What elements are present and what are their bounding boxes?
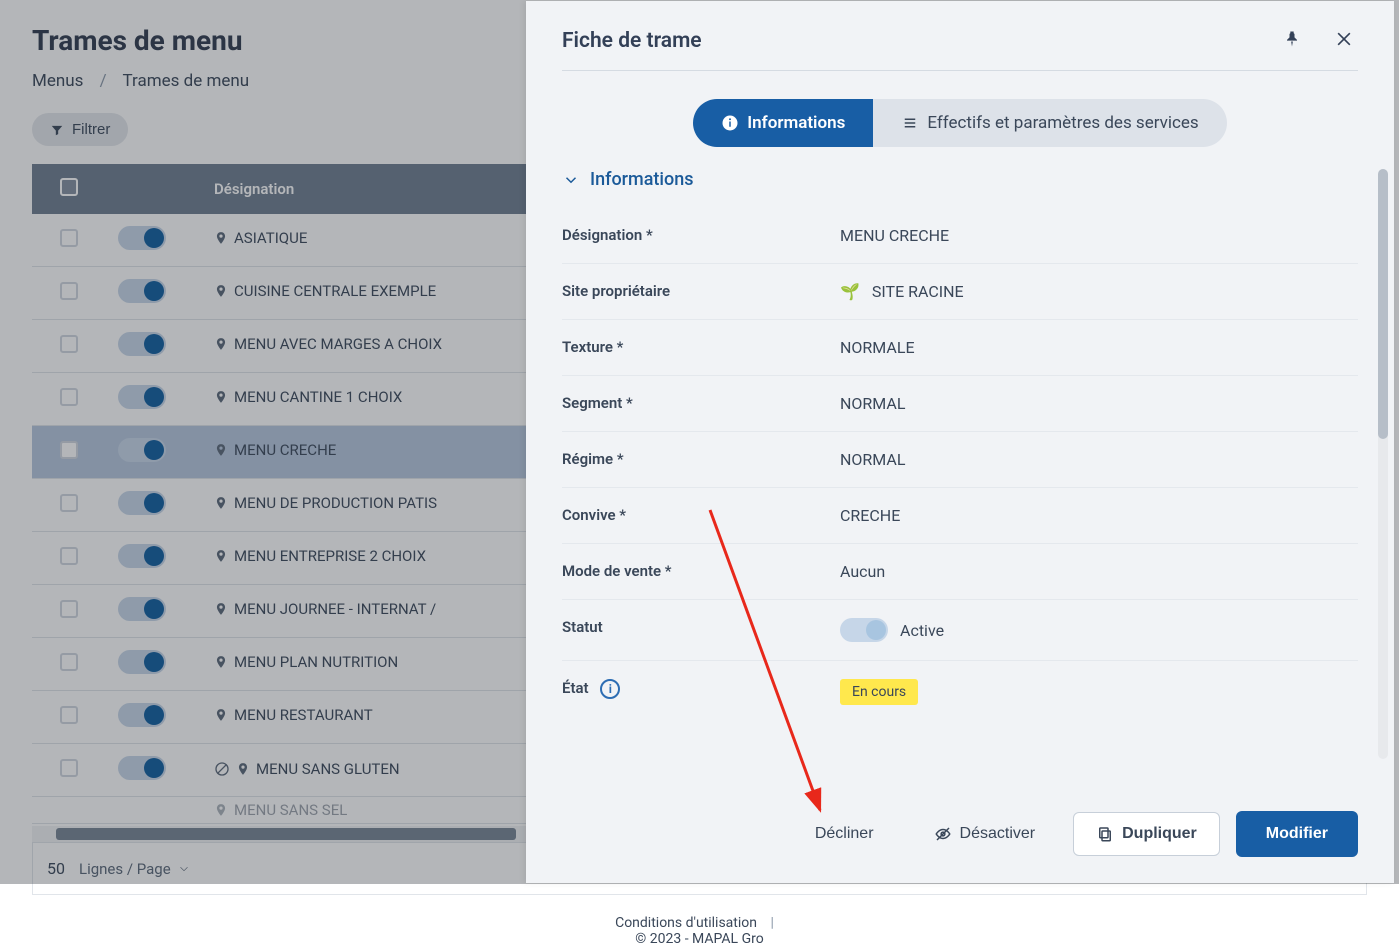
decliner-button[interactable]: Décliner [793,813,896,855]
footer-terms-link[interactable]: Conditions d'utilisation [615,915,757,931]
panel-body: Informations Désignation * MENU CRECHE S… [526,163,1394,791]
field-segment: Segment * NORMAL [562,376,1358,432]
close-button[interactable] [1330,25,1358,56]
field-regime: Régime * NORMAL [562,432,1358,488]
info-icon [721,114,739,132]
pin-icon [1282,29,1302,49]
panel-title: Fiche de trame [562,29,702,53]
tab-effectifs[interactable]: Effectifs et paramètres des services [873,99,1226,147]
footer: Conditions d'utilisation | © 2023 - MAPA… [32,915,1367,947]
modifier-button[interactable]: Modifier [1236,811,1358,857]
field-etat: État i En cours [562,661,1358,723]
desactiver-button[interactable]: Désactiver [912,813,1058,855]
side-panel: Fiche de trame Informations Effectifs et… [526,1,1394,883]
pin-button[interactable] [1278,25,1306,56]
eye-off-icon [934,825,952,843]
section-toggle-informations[interactable]: Informations [562,169,694,190]
dupliquer-button[interactable]: Dupliquer [1073,812,1220,856]
field-texture: Texture * NORMALE [562,320,1358,376]
field-mode-vente: Mode de vente * Aucun [562,544,1358,600]
copy-icon [1096,825,1114,843]
footer-copyright: © 2023 - MAPAL Gro [635,931,763,947]
status-badge: En cours [840,679,918,705]
panel-tabs: Informations Effectifs et paramètres des… [526,71,1394,163]
field-statut: Statut Active [562,600,1358,661]
list-icon [901,114,919,132]
panel-actions: Décliner Désactiver Dupliquer Modifier [526,791,1394,883]
panel-header: Fiche de trame [526,1,1394,70]
field-list: Désignation * MENU CRECHE Site propriéta… [562,208,1358,723]
field-convive: Convive * CRECHE [562,488,1358,544]
seedling-icon: 🌱 [840,282,860,301]
close-icon [1334,29,1354,49]
statut-toggle[interactable] [840,618,888,642]
tab-informations[interactable]: Informations [693,99,873,147]
field-site: Site propriétaire 🌱SITE RACINE [562,264,1358,320]
field-designation: Désignation * MENU CRECHE [562,208,1358,264]
vertical-scrollbar[interactable] [1378,169,1388,759]
chevron-down-icon [562,171,580,189]
info-icon[interactable]: i [600,679,620,699]
